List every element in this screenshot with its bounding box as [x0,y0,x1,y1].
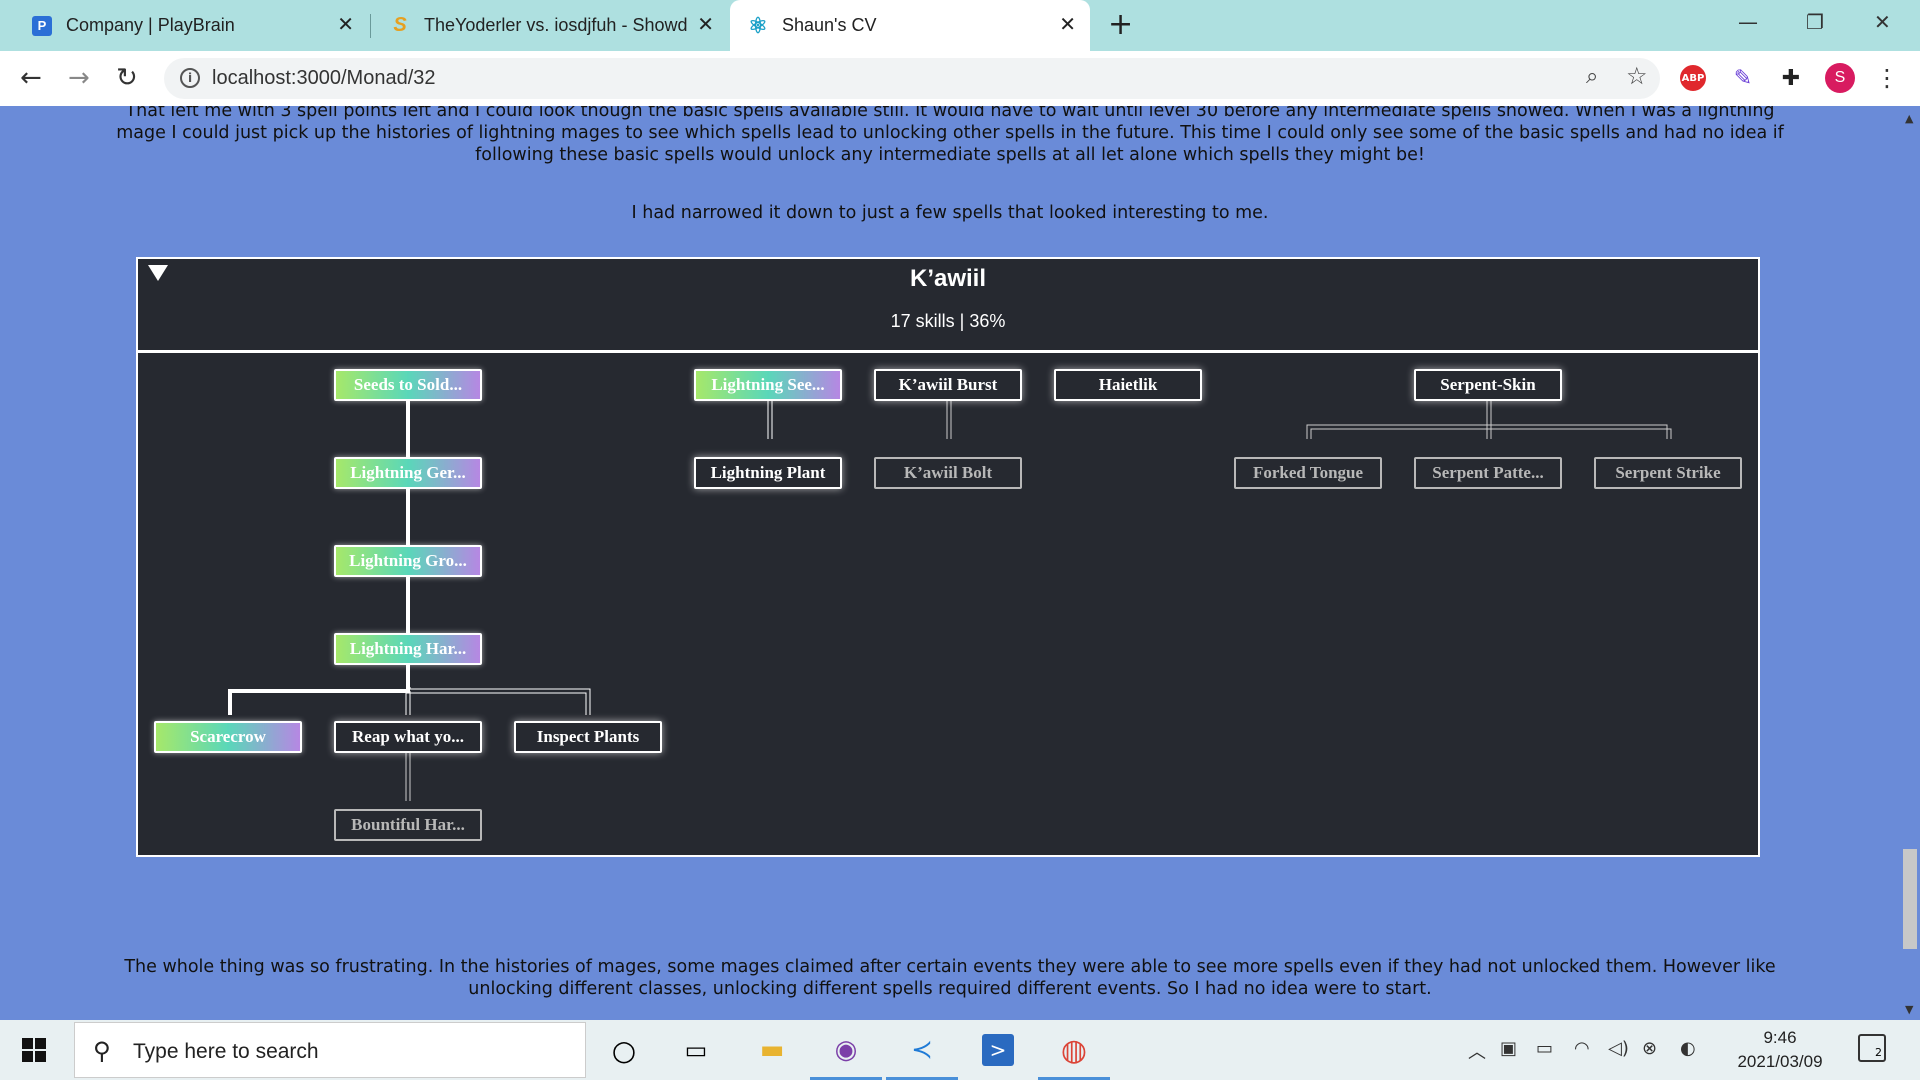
skill-tree-stats: 17 skills | 36% [890,311,1006,331]
notification-center-icon[interactable]: 2 [1858,1034,1886,1062]
forward-arrow-icon[interactable]: → [68,63,90,93]
playbrain-favicon-icon: P [32,15,52,36]
minimize-icon[interactable]: — [1738,10,1758,34]
tab-showdown[interactable]: S TheYoderler vs. iosdjfuh - Showd ✕ [372,0,728,51]
mute-circle-icon[interactable]: ⊗ [1642,1038,1657,1059]
connector-line [1487,424,1668,439]
skill-node-lightning-harvest[interactable]: Lightning Har... [334,633,482,665]
scroll-up-arrow-icon[interactable]: ▲ [1905,112,1913,125]
tab-shauns-cv[interactable]: ⚛ Shaun's CV ✕ [730,0,1090,51]
scroll-down-arrow-icon[interactable]: ▼ [1905,1003,1913,1016]
notification-count: 2 [1875,1046,1882,1059]
url-text[interactable]: localhost:3000/Monad/32 [212,67,436,90]
skill-node-seeds-to-soldiers[interactable]: Seeds to Sold... [334,369,482,401]
skill-node-lightning-germination[interactable]: Lightning Ger... [334,457,482,489]
clock-date: 2021/03/09 [1737,1052,1823,1071]
close-icon[interactable]: ✕ [337,14,354,36]
tab-strip: P Company | PlayBrain ✕ S TheYoderler vs… [0,0,1920,51]
windows-start-icon[interactable] [22,1038,46,1062]
close-icon[interactable]: ✕ [1059,14,1076,36]
skill-node-serpent-skin[interactable]: Serpent-Skin [1414,369,1562,401]
menu-kebab-icon[interactable]: ⋮ [1874,64,1900,92]
back-arrow-icon[interactable]: ← [20,63,42,93]
skill-node-serpent-strike[interactable]: Serpent Strike [1594,457,1742,489]
skill-tree-connectors [228,393,1672,801]
skill-tree: Seeds to Sold... Lightning Ger... Lightn… [136,351,1760,857]
tab-separator [370,14,371,38]
skill-node-reap-what-you-sow[interactable]: Reap what yo... [334,721,482,753]
skill-node-serpent-pattern[interactable]: Serpent Patte... [1414,457,1562,489]
skill-node-kawiil-bolt[interactable]: K’awiil Bolt [874,457,1022,489]
skill-node-haietlik[interactable]: Haietlik [1054,369,1202,401]
chevron-up-icon[interactable]: ︿ [1468,1038,1486,1064]
story-paragraph-mid: I had narrowed it down to just a few spe… [631,203,1269,223]
site-info-icon[interactable]: i [180,68,200,88]
file-explorer-icon[interactable]: ▬ [756,1034,788,1066]
task-view-icon[interactable]: ▭ [680,1034,712,1066]
vscode-icon[interactable]: ≺ [906,1034,938,1066]
connector-line [1491,428,1672,439]
taskbar-search-box[interactable]: ⚲ Type here to search [74,1022,586,1078]
clock-time: 9:46 [1763,1028,1797,1047]
tab-title: TheYoderler vs. iosdjfuh - Showd [424,15,688,35]
scroll-thumb[interactable] [1903,849,1917,949]
showdown-favicon-icon: S [393,14,407,36]
bookmark-star-icon[interactable]: ☆ [1626,62,1648,90]
skill-node-scarecrow[interactable]: Scarecrow [154,721,302,753]
extension-feather-icon[interactable]: ✎ [1730,65,1756,91]
battery-icon[interactable]: ▭ [1536,1038,1553,1059]
react-favicon-icon: ⚛ [748,12,768,38]
search-placeholder: Type here to search [133,1040,319,1063]
extensions-puzzle-icon[interactable]: ✚ [1778,65,1804,91]
window-close-icon[interactable]: ✕ [1874,10,1891,34]
wifi-icon[interactable]: ◠ [1574,1038,1590,1059]
skill-node-forked-tongue[interactable]: Forked Tongue [1234,457,1382,489]
reload-icon[interactable]: ↻ [116,63,138,93]
skill-node-lightning-growth[interactable]: Lightning Gro... [334,545,482,577]
story-paragraph-top: That left me with 3 spell points left an… [116,106,1784,165]
close-icon[interactable]: ✕ [697,14,714,36]
cortana-circle-icon[interactable]: ○ [608,1034,640,1067]
skill-node-inspect-plants[interactable]: Inspect Plants [514,721,662,753]
connector-line [409,687,591,715]
github-desktop-icon[interactable]: ◉ [830,1034,862,1066]
skill-node-kawiil-burst[interactable]: K’awiil Burst [874,369,1022,401]
skill-node-bountiful-harvest[interactable]: Bountiful Har... [334,809,482,841]
chrome-icon[interactable]: ◍ [1058,1033,1090,1068]
page-scrollbar[interactable]: ▲ ▼ [1900,106,1920,1020]
tab-title: Shaun's CV [782,15,877,35]
connector-line [228,689,410,715]
powershell-icon[interactable]: > [982,1034,1014,1066]
tab-title: Company | PlayBrain [66,15,235,35]
skill-node-lightning-plant[interactable]: Lightning Plant [694,457,842,489]
skill-tree-title: K’awiil [909,265,987,292]
restore-icon[interactable]: ❐ [1806,10,1824,34]
windows-taskbar: ⚲ Type here to search ○ ▭ ▬ ◉ ≺ > ◍ ︿ ▣ … [0,1020,1920,1080]
new-tab-plus-icon[interactable]: + [1108,8,1133,42]
zoom-icon[interactable]: ⌕ [1586,64,1598,89]
address-bar[interactable]: i localhost:3000/Monad/32 ⌕ ☆ [164,58,1660,99]
tab-playbrain[interactable]: P Company | PlayBrain ✕ [12,0,368,51]
system-clock[interactable]: 9:46 2021/03/09 [1720,1026,1840,1074]
skill-node-lightning-seed[interactable]: Lightning See... [694,369,842,401]
profile-avatar[interactable]: S [1825,63,1855,93]
connector-line [405,691,587,715]
adblock-plus-icon[interactable]: ABP [1680,65,1706,91]
search-icon: ⚲ [93,1037,111,1065]
device-icon[interactable]: ▣ [1500,1038,1517,1059]
security-icon[interactable]: ◐ [1680,1038,1696,1059]
story-paragraph-bottom: The whole thing was so frustrating. In t… [124,957,1776,999]
browser-toolbar: ← → ↻ i localhost:3000/Monad/32 ⌕ ☆ ABP … [0,51,1920,106]
volume-icon[interactable]: ◁) [1608,1038,1629,1059]
skill-tree-header[interactable]: K’awiil 17 skills | 36% [136,257,1760,352]
